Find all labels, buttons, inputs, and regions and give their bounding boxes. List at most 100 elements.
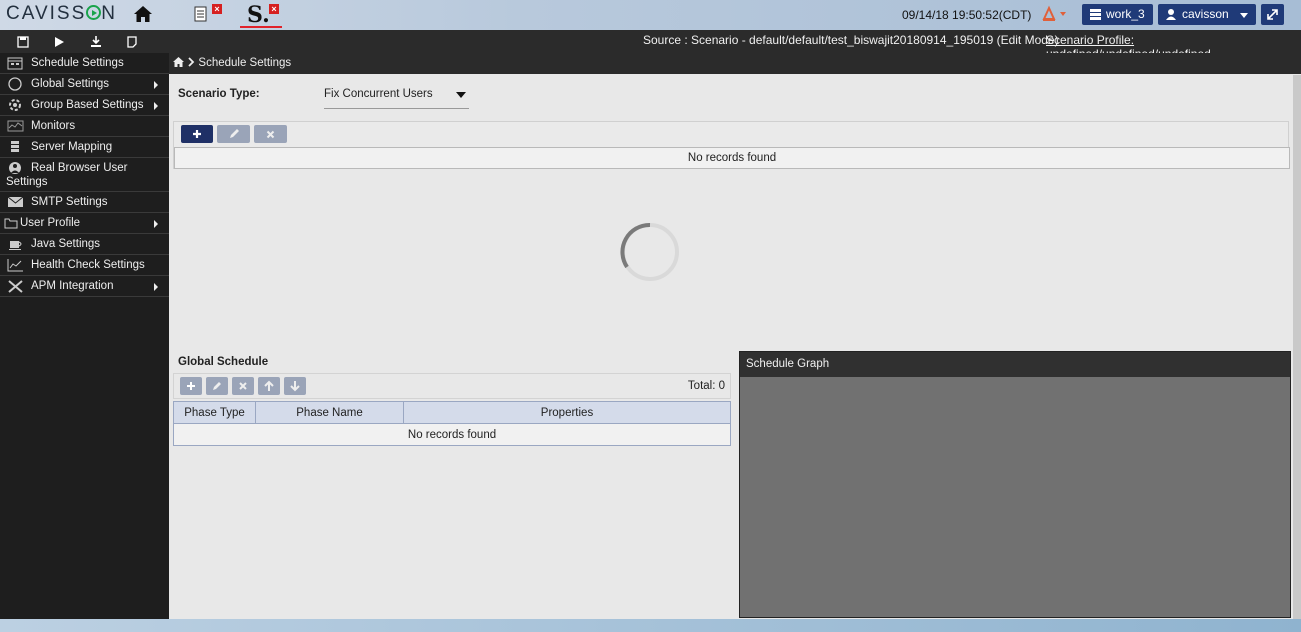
move-down-button[interactable] — [284, 377, 306, 395]
phase-table: Phase Type Phase Name Properties No reco… — [173, 401, 731, 446]
home-icon[interactable] — [133, 5, 153, 23]
global-schedule-toolbar: Total: 0 — [173, 373, 731, 399]
expand-icon — [1267, 9, 1278, 20]
mail-icon — [7, 196, 24, 207]
action-toolbar: Source : Scenario - default/default/test… — [0, 30, 1301, 61]
delete-button[interactable] — [254, 125, 287, 143]
sidebar-item-health-check-settings[interactable]: Health Check Settings — [0, 255, 169, 276]
scenario-type-label: Scenario Type: — [178, 88, 260, 100]
sidebar-item-label: Schedule Settings — [31, 57, 124, 69]
table-row: No records found — [173, 423, 731, 446]
sidebar-item-label: Monitors — [31, 120, 76, 132]
sidebar: Schedule Settings Global Settings Group … — [0, 53, 169, 619]
document-icon — [194, 6, 207, 22]
globe-icon — [8, 77, 22, 91]
sidebar-item-label: User Profile — [20, 217, 81, 229]
schedule-graph-panel: Schedule Graph — [739, 351, 1291, 618]
sidebar-item-monitors[interactable]: Monitors — [0, 116, 169, 137]
arrow-down-icon — [290, 381, 300, 392]
empty-message: No records found — [173, 423, 731, 446]
schedule-graph-title: Schedule Graph — [740, 352, 1290, 377]
download-icon[interactable] — [89, 35, 103, 49]
column-header[interactable]: Phase Type — [173, 401, 256, 424]
sidebar-item-label: Real Browser User Settings — [6, 162, 128, 188]
user-icon — [1166, 9, 1176, 20]
alert-bell-icon[interactable] — [1040, 5, 1070, 23]
pencil-icon — [230, 129, 239, 138]
work-dropdown-button[interactable]: work_3 — [1082, 4, 1153, 25]
column-header[interactable]: Phase Name — [255, 401, 404, 424]
sidebar-item-smtp-settings[interactable]: SMTP Settings — [0, 192, 169, 213]
close-icon — [239, 382, 247, 390]
sidebar-item-label: SMTP Settings — [31, 196, 108, 208]
chevron-right-icon — [154, 283, 158, 291]
play-icon[interactable] — [52, 35, 66, 49]
tab-close-icon[interactable]: × — [212, 4, 222, 14]
notes-icon[interactable] — [125, 35, 139, 49]
user-label: cavisson — [1182, 7, 1229, 21]
folder-icon — [4, 218, 18, 229]
server-stack-icon — [1090, 9, 1101, 20]
schedule-group-panel: No records found — [173, 121, 1290, 169]
add-button[interactable] — [181, 125, 213, 143]
close-icon — [266, 130, 275, 139]
scenario-tab-label: S. — [247, 2, 270, 28]
global-schedule-panel: Global Schedule Total: 0 Phase Type Phas… — [173, 351, 731, 617]
chevron-right-icon — [154, 81, 158, 89]
save-icon[interactable] — [16, 35, 30, 49]
browser-user-icon — [9, 162, 21, 174]
sidebar-item-label: Group Based Settings — [31, 99, 144, 111]
group-settings-icon — [9, 99, 21, 111]
health-chart-icon — [7, 259, 23, 272]
sidebar-item-label: Server Mapping — [31, 141, 113, 153]
sidebar-item-label: APM Integration — [31, 280, 114, 292]
tab-scenario[interactable]: S. × — [240, 2, 282, 28]
sidebar-item-real-browser-user-settings[interactable]: Real Browser User Settings — [0, 158, 169, 192]
tab-document[interactable]: × — [190, 2, 222, 26]
main-content: Schedule Settings Scenario Type: Fix Con… — [169, 53, 1301, 619]
column-header[interactable]: Properties — [403, 401, 731, 424]
server-datetime: 09/14/18 19:50:52(CDT) — [902, 8, 1032, 22]
chevron-right-icon — [154, 102, 158, 110]
arrow-up-icon — [264, 380, 274, 391]
scenario-type-dropdown[interactable]: Fix Concurrent Users — [324, 83, 469, 109]
cavisson-logo: CAVISS N — [6, 3, 118, 24]
scenario-type-value: Fix Concurrent Users — [324, 88, 433, 100]
sidebar-item-apm-integration[interactable]: APM Integration — [0, 276, 169, 297]
breadcrumb: Schedule Settings — [169, 53, 1301, 74]
loading-spinner-icon — [620, 222, 679, 281]
sidebar-item-java-settings[interactable]: Java Settings — [0, 234, 169, 255]
user-dropdown-button[interactable]: cavisson — [1158, 4, 1256, 25]
chevron-down-icon — [456, 92, 466, 98]
plus-icon — [193, 130, 201, 138]
vertical-scrollbar[interactable] — [1293, 75, 1301, 619]
delete-phase-button[interactable] — [232, 377, 254, 395]
bottom-strip — [0, 619, 1301, 632]
tools-icon — [8, 280, 23, 293]
monitor-icon — [7, 120, 24, 132]
sidebar-item-group-based-settings[interactable]: Group Based Settings — [0, 95, 169, 116]
breadcrumb-current: Schedule Settings — [198, 57, 292, 69]
fullscreen-button[interactable] — [1261, 4, 1284, 25]
sidebar-item-user-profile[interactable]: User Profile — [0, 213, 169, 234]
server-icon — [11, 141, 19, 152]
sidebar-item-label: Java Settings — [31, 238, 101, 250]
table-header-row: Phase Type Phase Name Properties — [173, 401, 731, 424]
add-phase-button[interactable] — [180, 377, 202, 395]
sidebar-item-schedule-settings[interactable]: Schedule Settings — [0, 53, 169, 74]
edit-phase-button[interactable] — [206, 377, 228, 395]
move-up-button[interactable] — [258, 377, 280, 395]
sidebar-item-server-mapping[interactable]: Server Mapping — [0, 137, 169, 158]
top-header: CAVISS N × S. × 09/14/18 19:50:52(CDT) wo… — [0, 0, 1301, 30]
schedule-icon — [7, 57, 23, 70]
plus-icon — [187, 382, 195, 390]
edit-button[interactable] — [217, 125, 250, 143]
global-schedule-title: Global Schedule — [178, 356, 269, 368]
tab-close-icon[interactable]: × — [269, 4, 279, 14]
work-label: work_3 — [1106, 7, 1145, 21]
chevron-down-icon — [1240, 13, 1248, 18]
chevron-right-icon — [188, 57, 195, 67]
home-icon[interactable] — [173, 57, 184, 67]
sidebar-item-global-settings[interactable]: Global Settings — [0, 74, 169, 95]
pencil-icon — [213, 382, 221, 390]
